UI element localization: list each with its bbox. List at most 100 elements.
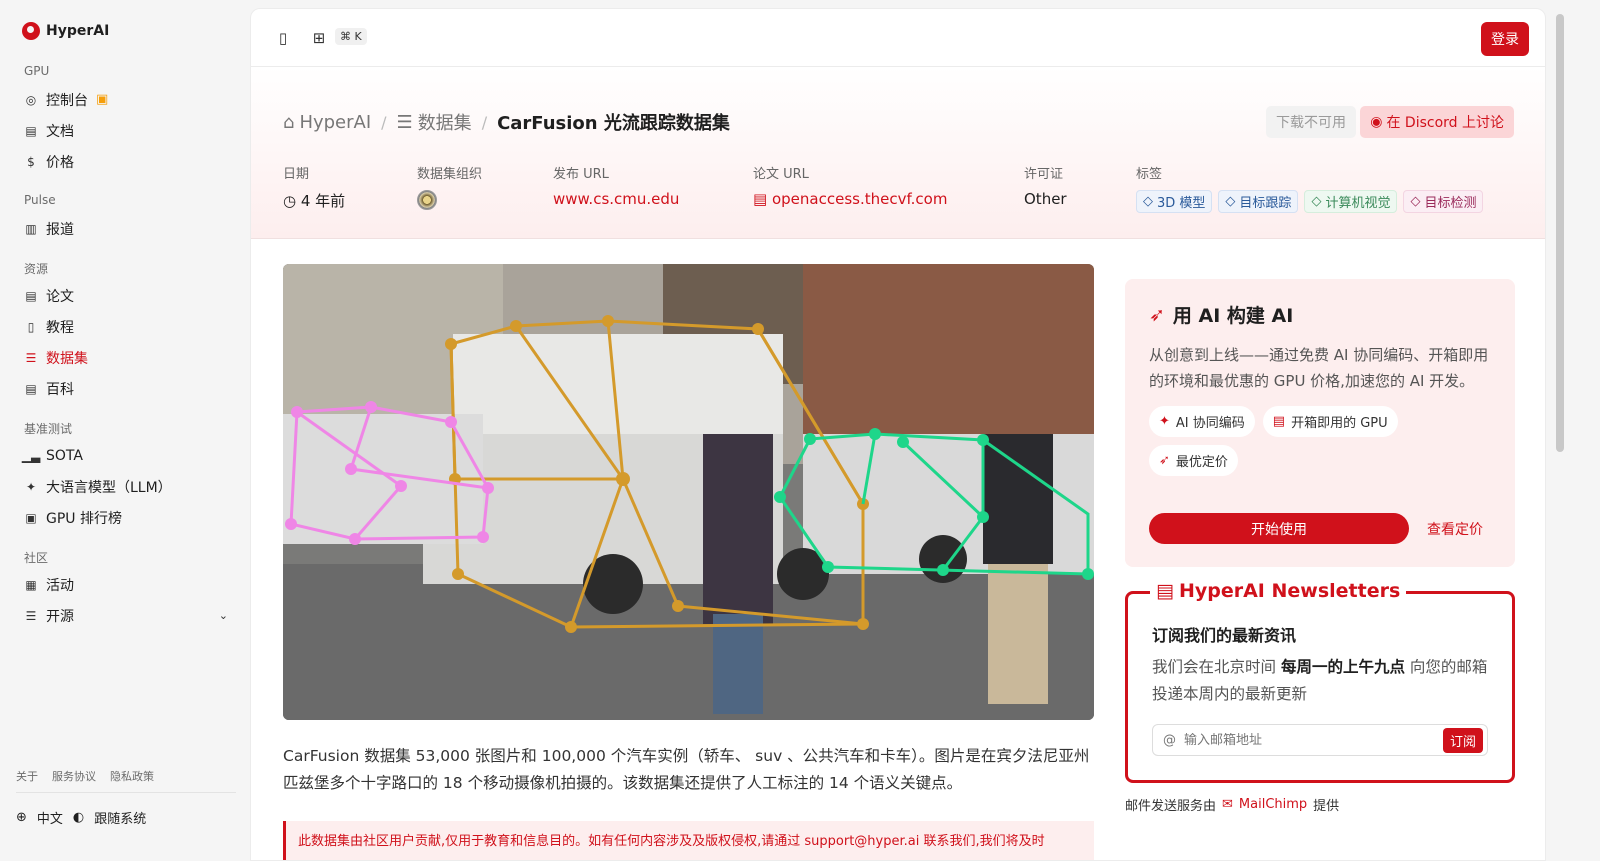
about-link[interactable]: 关于 [16,768,38,784]
chip-icon: ▣ [25,510,37,525]
sidebar-footer-links: 关于 服务协议 隐私政策 [16,768,154,784]
meta-tags: 标签 ◇ 3D 模型 ◇ 目标跟踪 ◇ 计算机视觉 ◇ 目标检测 [1136,163,1484,213]
mail-icon: ✉ [1222,797,1233,812]
language-select[interactable]: 中文 [37,808,63,827]
tag-label: 计算机视觉 [1325,196,1391,211]
tag-icon: ◇ [1410,194,1421,209]
globe-icon: ⊕ [16,810,27,825]
privacy-link[interactable]: 隐私政策 [110,768,154,784]
get-started-button[interactable]: 开始使用 [1149,513,1409,544]
breadcrumb-datasets[interactable]: ☰ 数据集 [397,109,472,135]
database-icon: ☰ [25,350,37,365]
terms-link[interactable]: 服务协议 [52,768,96,784]
subscribe-button[interactable]: 订阅 [1442,727,1483,753]
newsletter-title-text: HyperAI Newsletters [1178,580,1401,602]
feature-chip: ▤ 开箱即用的 GPU [1262,406,1398,437]
dataset-header: ⌂ HyperAI / ☰ 数据集 / CarFusion 光流跟踪数据集 下载… [251,67,1545,239]
sidebar-item-llm[interactable]: ✦ 大语言模型（LLM） [16,471,236,502]
rocket-icon: ➶ [1159,453,1170,468]
sidebar-item-opensource[interactable]: ☰ 开源 ⌄ [16,600,236,631]
sidebar-item-papers[interactable]: ▤ 论文 [16,280,236,311]
sidebar-item-label: 论文 [46,288,74,305]
sidebar-item-docs[interactable]: ▤ 文档 [16,115,236,146]
view-pricing-link[interactable]: 查看定价 [1427,519,1483,539]
nav-section-resources: 资源 [24,262,49,276]
org-avatar[interactable] [417,190,437,210]
sidebar-item-news[interactable]: ▥ 报道 [16,213,236,244]
email-input[interactable] [1184,732,1435,748]
login-button[interactable]: 登录 [1481,22,1529,56]
tag-list: ◇ 3D 模型 ◇ 目标跟踪 ◇ 计算机视觉 ◇ 目标检测 [1136,190,1484,213]
meta-paper-url: 论文 URL ▤ openaccess.thecvf.com [753,163,947,208]
publish-url-link[interactable]: www.cs.cmu.edu [553,190,679,208]
theme-icon: ◐ [72,810,85,825]
apps-grid-icon[interactable]: ⊞ [309,28,329,48]
sidebar-item-label: SOTA [46,447,83,464]
chevron-down-icon: ⌄ [218,609,228,622]
hyperai-logo-icon [22,22,40,40]
sidebar-item-tutorials[interactable]: ▯ 教程 [16,311,236,342]
download-button[interactable]: 下载不可用 [1266,106,1356,138]
brand-name: HyperAI [46,23,110,39]
notebook-icon: ▯ [27,319,35,334]
newspaper-icon: ▥ [25,221,37,236]
brand[interactable]: HyperAI [22,22,109,40]
sidebar-item-wiki[interactable]: ▤ 百科 [16,373,236,404]
discord-button[interactable]: ◉ 在 Discord 上讨论 [1360,106,1514,138]
at-icon: @ [1163,732,1176,748]
mailchimp-link[interactable]: MailChimp [1239,797,1307,812]
sidebar-item-label: 教程 [46,319,74,336]
dataset-hero-image [283,264,1094,720]
breadcrumb-separator: / [481,112,488,132]
sidebar-item-datasets[interactable]: ☰ 数据集 [16,342,236,373]
rocket-icon: ➶ [1149,303,1165,326]
server-icon: ▤ [1272,414,1286,429]
newsletter-text: 我们会在北京时间 [1152,658,1281,676]
calendar-icon: ▦ [25,577,37,592]
sidebar-item-events[interactable]: ▦ 活动 [16,569,236,600]
sidebar-item-label: GPU 排行榜 [46,510,122,527]
meta-license-value: Other [1024,190,1067,208]
nav-section-community: 社区 [24,551,49,565]
nav-section-pulse: Pulse [24,193,56,207]
sidebar-item-console[interactable]: ◎ 控制台 ▣ [16,84,236,115]
sidebar-item-sota[interactable]: ▁▃ SOTA [16,440,236,471]
tag-chip[interactable]: ◇ 3D 模型 [1136,190,1213,213]
sidebar-toggle-icon[interactable]: ▯ [273,28,293,48]
tag-chip[interactable]: ◇ 目标跟踪 [1218,190,1299,213]
breadcrumb-datasets-label: 数据集 [417,113,472,134]
meta-org: 数据集组织 [417,163,482,210]
discord-icon: ◉ [1370,114,1383,130]
command-palette-shortcut[interactable]: ⌘ K [335,28,367,45]
meta-publish-url: 发布 URL www.cs.cmu.edu [553,163,679,208]
page-scrollbar[interactable] [1556,14,1564,452]
discord-button-label: 在 Discord 上讨论 [1386,115,1504,131]
sidebar-item-label: 价格 [46,154,74,171]
dataset-description: CarFusion 数据集 53,000 张图片和 100,000 个汽车实例（… [283,747,1090,792]
breadcrumb-separator: / [381,112,387,132]
tag-label: 目标跟踪 [1239,196,1292,211]
tag-label: 3D 模型 [1157,196,1206,211]
mail-credit-text: 提供 [1313,799,1340,814]
breadcrumb: ⌂ HyperAI / ☰ 数据集 / CarFusion 光流跟踪数据集 [283,109,730,135]
sidebar-item-label: 控制台 [46,92,88,109]
sparkles-icon: ✦ [25,479,37,494]
feature-label: 最优定价 [1175,455,1228,470]
sidebar-item-pricing[interactable]: $ 价格 [16,146,236,177]
sidebar-item-gpu-leaderboard[interactable]: ▣ GPU 排行榜 [16,502,236,533]
tag-chip[interactable]: ◇ 目标检测 [1403,190,1484,213]
paper-url-text: openaccess.thecvf.com [771,190,948,208]
paper-url-link[interactable]: ▤ openaccess.thecvf.com [753,190,947,208]
bar-chart-icon: ▁▃ [21,448,41,463]
promo-card: ➶ 用 AI 构建 AI 从创意到上线——通过免费 AI 协同编码、开箱即用的环… [1125,279,1515,567]
nav-section-gpu: GPU [24,64,50,78]
promo-title: ➶ 用 AI 构建 AI [1149,301,1491,328]
feature-chip: ✦ AI 协同编码 [1149,406,1255,437]
meta-license-label: 许可证 [1024,167,1064,182]
encyclopedia-icon: ▤ [25,381,37,396]
breadcrumb-home[interactable]: ⌂ HyperAI [283,112,371,133]
feature-label: AI 协同编码 [1175,416,1245,431]
breadcrumb-home-label: HyperAI [299,111,372,133]
tag-chip[interactable]: ◇ 计算机视觉 [1304,190,1398,213]
theme-select[interactable]: 跟随系统 [94,808,146,827]
